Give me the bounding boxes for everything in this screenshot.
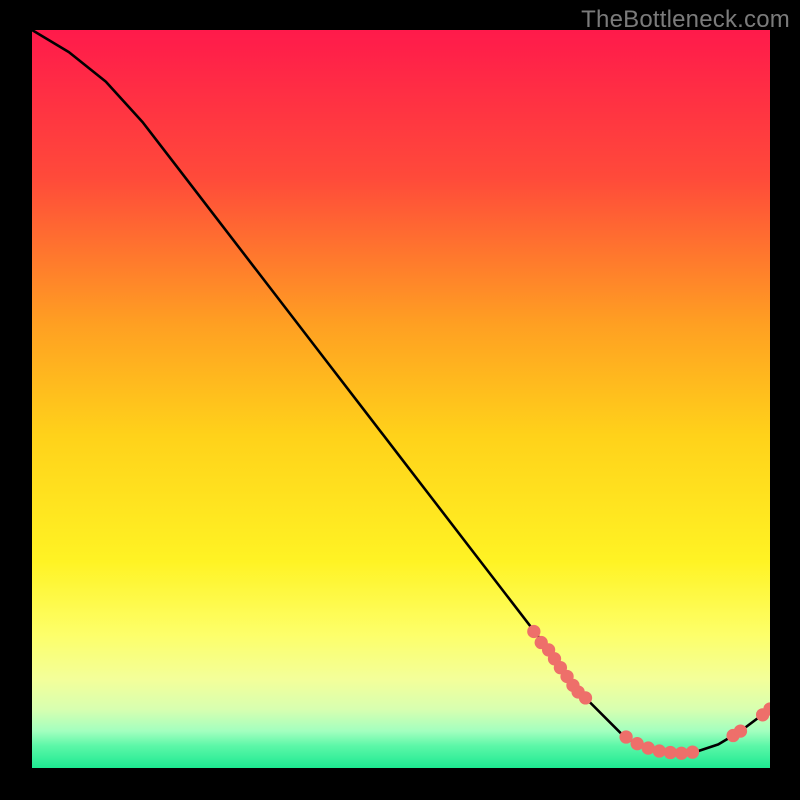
- marker-group: [527, 625, 770, 760]
- data-marker: [734, 724, 747, 737]
- data-marker: [527, 625, 540, 638]
- bottleneck-curve: [32, 30, 770, 753]
- data-marker: [619, 730, 632, 743]
- data-marker: [686, 745, 699, 758]
- plot-area: [30, 30, 770, 770]
- data-marker: [579, 691, 592, 704]
- chart-stage: TheBottleneck.com: [0, 0, 800, 800]
- curve-layer: [32, 30, 770, 768]
- watermark-text: TheBottleneck.com: [581, 6, 790, 34]
